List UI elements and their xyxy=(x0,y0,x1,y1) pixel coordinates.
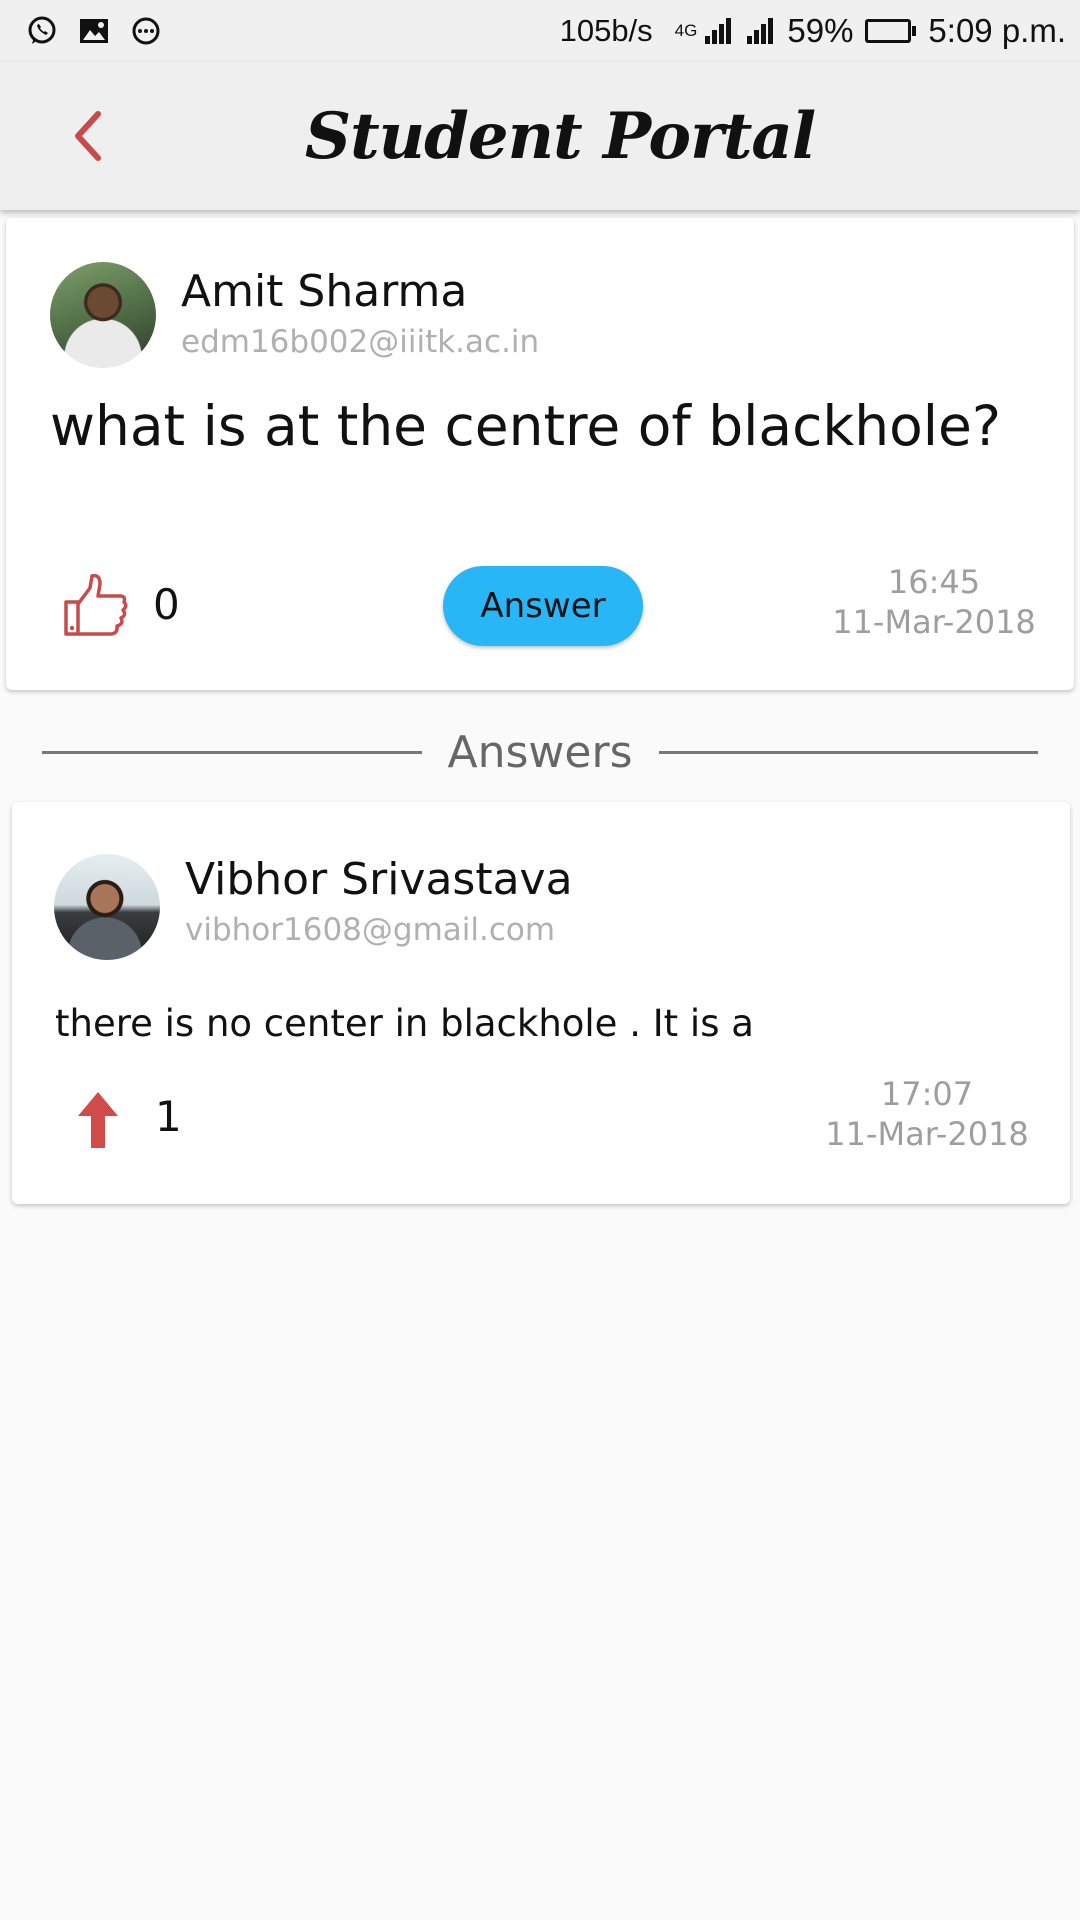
question-timestamp: 16:45 11-Mar-2018 xyxy=(824,562,1044,642)
status-bar-notifications xyxy=(26,15,162,47)
page-title: Student Portal xyxy=(304,98,816,174)
status-bar-system: 105b/s 4G 59% 5:09 p.m. xyxy=(560,12,1066,50)
more-icon xyxy=(132,17,160,45)
battery-percent: 59% xyxy=(787,12,854,49)
avatar[interactable] xyxy=(54,854,160,960)
app-bar: Student Portal xyxy=(0,62,1080,210)
gallery-icon xyxy=(80,19,108,43)
status-bar: 105b/s 4G 59% 5:09 p.m. xyxy=(0,0,1080,62)
divider-line-right xyxy=(658,750,1039,754)
network-type: 4G xyxy=(674,21,698,40)
answer-card: Vibhor Srivastava vibhor1608@gmail.com t… xyxy=(12,802,1070,1204)
answers-divider: Answers xyxy=(42,722,1039,782)
battery-icon xyxy=(865,19,917,43)
back-button[interactable] xyxy=(58,106,118,166)
divider-line-left xyxy=(42,750,422,754)
avatar[interactable] xyxy=(50,262,156,368)
answer-author-email: vibhor1608@gmail.com xyxy=(185,912,556,948)
upvote-button[interactable] xyxy=(74,1090,122,1150)
chevron-left-icon xyxy=(75,111,101,161)
question-date: 11-Mar-2018 xyxy=(832,603,1036,641)
answer-text: there is no center in blackhole . It is … xyxy=(55,1002,754,1045)
signal-icon-2 xyxy=(747,18,774,44)
thumbs-up-icon xyxy=(64,573,128,636)
question-card: Amit Sharma edm16b002@iiitk.ac.in what i… xyxy=(6,218,1074,690)
answer-timestamp: 17:07 11-Mar-2018 xyxy=(812,1074,1042,1154)
upvote-count: 1 xyxy=(155,1092,182,1141)
whatsapp-icon xyxy=(28,16,56,44)
question-time: 16:45 xyxy=(887,563,981,601)
question-text: what is at the centre of blackhole? xyxy=(50,394,1002,458)
signal-icon xyxy=(705,18,732,44)
like-button[interactable] xyxy=(60,570,132,642)
like-count: 0 xyxy=(153,580,180,629)
question-author-email: edm16b002@iiitk.ac.in xyxy=(181,324,540,360)
question-author-name: Amit Sharma xyxy=(181,266,468,317)
answer-date: 11-Mar-2018 xyxy=(825,1115,1029,1153)
answer-author-name: Vibhor Srivastava xyxy=(185,854,573,905)
clock: 5:09 p.m. xyxy=(928,12,1066,49)
answer-button[interactable]: Answer xyxy=(443,566,643,646)
network-speed: 105b/s xyxy=(559,13,653,48)
arrow-up-icon xyxy=(78,1092,118,1148)
answer-time: 17:07 xyxy=(880,1075,974,1113)
answers-heading: Answers xyxy=(447,726,633,778)
